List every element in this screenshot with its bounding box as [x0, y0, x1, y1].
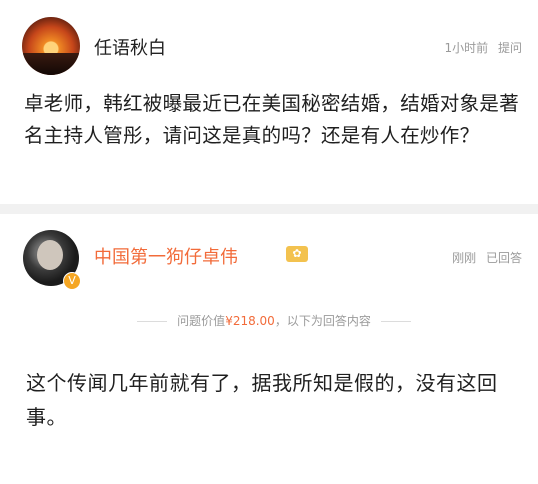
question-card: 任语秋白 1小时前 提问 卓老师，韩红被曝最近已在美国秘密结婚，结婚对象是著名主… — [4, 4, 534, 204]
price-value: ¥218.00 — [225, 314, 275, 328]
avatar-face — [37, 240, 63, 270]
avatar-horizon — [22, 53, 80, 75]
section-divider — [0, 204, 538, 214]
price-sep-left — [137, 321, 168, 322]
asker-avatar[interactable] — [22, 17, 80, 75]
asker-name[interactable]: 任语秋白 — [94, 34, 166, 60]
price-sep-right — [380, 321, 411, 322]
price-prefix: 问题价值 — [177, 314, 226, 328]
answer-text: 这个传闻几年前就有了，据我所知是假的，没有这回事。 — [26, 371, 498, 429]
answerer-avatar[interactable]: V — [23, 230, 81, 290]
verified-badge-icon: V — [63, 272, 81, 290]
answer-meta: 刚刚 已回答 — [446, 249, 522, 266]
crown-icon: ✿ — [286, 246, 308, 262]
question-label: 提问 — [497, 41, 522, 55]
answer-status: 已回答 — [485, 251, 522, 265]
price-suffix: ，以下为回答内容 — [274, 314, 371, 328]
question-text: 卓老师，韩红被曝最近已在美国秘密结婚，结婚对象是著名主持人管彤，请问这是真的吗？… — [24, 92, 520, 147]
answer-card: V 中国第一狗仔卓伟 ✿ 刚刚 已回答 问题价值¥218.00，以下为回答内容 … — [4, 214, 534, 480]
answer-time: 刚刚 — [452, 251, 477, 265]
question-time: 1小时前 — [444, 41, 489, 55]
answerer-name[interactable]: 中国第一狗仔卓伟 — [94, 243, 238, 269]
question-meta: 1小时前 提问 — [439, 39, 522, 56]
price-line: 问题价值¥218.00，以下为回答内容 — [64, 312, 484, 329]
